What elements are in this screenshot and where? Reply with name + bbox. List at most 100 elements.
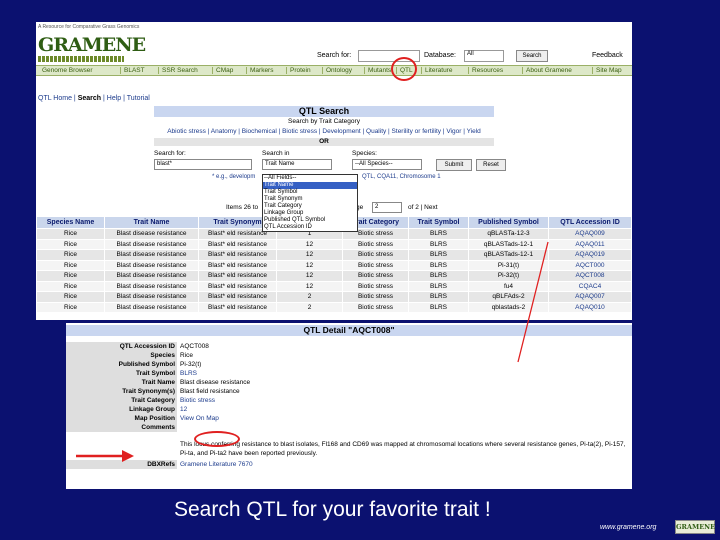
dropdown-option[interactable]: Trait Category	[263, 203, 357, 210]
qtl-search-screenshot: A Resource for Comparative Grass Genomic…	[36, 22, 632, 320]
table-cell: Rice	[36, 301, 105, 313]
global-search-button[interactable]: Search	[516, 50, 548, 62]
species-select[interactable]: --All Species--	[352, 159, 422, 170]
detail-row: Linkage Group 12	[66, 405, 632, 414]
dropdown-option[interactable]: Linkage Group	[263, 210, 357, 217]
table-row: Rice Blast disease resistance Blast* eld r…	[36, 249, 632, 261]
detail-value[interactable]: View On Map	[180, 414, 219, 423]
qtl-accession-link[interactable]: AQAQ009	[548, 228, 632, 240]
table-cell: 12	[276, 270, 343, 282]
table-cell: qblastads-2	[468, 301, 549, 313]
map-position-highlight-circle	[194, 431, 240, 447]
nav-genome-browser[interactable]: Genome Browser	[42, 67, 93, 74]
nav-cmap[interactable]: CMap	[212, 67, 233, 74]
qtl-accession-link[interactable]: AQCT008	[548, 270, 632, 282]
dropdown-option[interactable]: --All Fields--	[263, 175, 357, 182]
table-cell: BLRS	[408, 301, 469, 313]
feedback-link[interactable]: Feedback	[592, 52, 623, 59]
qtl-accession-link[interactable]: AQAQ010	[548, 301, 632, 313]
qtl-accession-link[interactable]: AQAQ019	[548, 249, 632, 261]
detail-label: Published Symbol	[66, 360, 177, 369]
detail-label: Trait Symbol	[66, 369, 177, 378]
search-label: Search for:	[317, 52, 352, 59]
nav-blast[interactable]: BLAST	[120, 67, 145, 74]
nav-about-gramene[interactable]: About Gramene	[522, 67, 572, 74]
table-cell: qBLASTads-12-1	[468, 249, 549, 261]
dropdown-option[interactable]: QTL Accession ID	[263, 224, 357, 231]
search-example-suffix: QTL, CQA11, Chromosome 1	[362, 174, 441, 180]
page-input[interactable]: 2	[372, 202, 402, 213]
qtl-detail-screenshot: QTL Detail "AQCT008" QTL Accession ID AQC…	[66, 323, 632, 489]
detail-value[interactable]: 12	[180, 405, 187, 414]
footer-logo: GRAMENE	[675, 520, 715, 534]
nav-markers[interactable]: Markers	[246, 67, 273, 74]
database-label: Database:	[424, 52, 456, 59]
detail-row: Comments	[66, 423, 632, 432]
table-cell: 12	[276, 259, 343, 271]
nav-literature[interactable]: Literature	[421, 67, 452, 74]
column-header[interactable]: Trait Symbol	[408, 216, 469, 229]
table-cell: Rice	[36, 280, 105, 292]
detail-value[interactable]: Biotic stress	[180, 396, 215, 405]
submit-button[interactable]: Submit	[436, 159, 472, 171]
nav-mutants[interactable]: Mutants	[364, 67, 391, 74]
detail-row: Trait Name Blast disease resistance	[66, 378, 632, 387]
table-cell: Rice	[36, 259, 105, 271]
detail-row: Trait Symbol BLRS	[66, 369, 632, 378]
trait-category-links[interactable]: Abiotic stress | Anatomy | Biochemical |…	[154, 128, 494, 135]
column-header[interactable]: Species Name	[36, 216, 105, 229]
table-cell: Rice	[36, 291, 105, 303]
detail-row: Published Symbol Pi-32(t)	[66, 360, 632, 369]
column-header[interactable]: Trait Name	[104, 216, 199, 229]
detail-value[interactable]: Gramene Literature 7670	[180, 460, 253, 469]
qtl-accession-link[interactable]: AQCT000	[548, 259, 632, 271]
table-cell: BLRS	[408, 270, 469, 282]
gramene-logo[interactable]: GRAMENE	[38, 34, 146, 56]
dropdown-option[interactable]: Trait Symbol	[263, 189, 357, 196]
nav-ontology[interactable]: Ontology	[322, 67, 352, 74]
detail-value[interactable]: BLRS	[180, 369, 197, 378]
items-range-label: Items 26 to	[226, 204, 259, 211]
breadcrumb-tutorial[interactable]: Tutorial	[127, 95, 150, 102]
breadcrumb-help[interactable]: Help	[107, 95, 121, 102]
search-in-dropdown[interactable]: --All Fields-- Trait Name Trait Symbol T…	[262, 174, 358, 232]
table-cell: Rice	[36, 249, 105, 261]
search-example-prefix: * e.g., developm	[212, 174, 256, 180]
dropdown-option[interactable]: Trait Synonym	[263, 196, 357, 203]
search-in-select[interactable]: Trait Name	[262, 159, 332, 170]
qtl-accession-link[interactable]: CQAC4	[548, 280, 632, 292]
site-tagline: A Resource for Comparative Grass Genomic…	[38, 24, 140, 30]
nav-ssr-search[interactable]: SSR Search	[158, 67, 198, 74]
table-cell: Biotic stress	[342, 249, 409, 261]
dropdown-option[interactable]: Published QTL Symbol	[263, 217, 357, 224]
table-cell: Blast* eld resistance	[198, 291, 277, 303]
detail-label: Trait Category	[66, 396, 177, 405]
table-cell: Biotic stress	[342, 238, 409, 250]
reset-button[interactable]: Reset	[476, 159, 506, 171]
table-row: Rice Blast disease resistance Blast* eld r…	[36, 238, 632, 250]
table-row: Rice Blast disease resistance Blast* eld r…	[36, 259, 632, 271]
table-cell: Blast* eld resistance	[198, 259, 277, 271]
detail-value: Pi-32(t)	[180, 361, 202, 368]
search-in-label: Search in	[262, 150, 290, 157]
table-cell: Blast* eld resistance	[198, 238, 277, 250]
page-navigation[interactable]: of 2 | Next	[408, 204, 438, 211]
column-header[interactable]: Published Symbol	[468, 216, 549, 229]
search-for-label: Search for:	[154, 150, 186, 157]
detail-value: Blast field resistance	[180, 388, 240, 395]
search-for-input[interactable]: blast*	[154, 159, 252, 170]
column-header[interactable]: QTL Accession ID	[548, 216, 632, 229]
table-cell: Rice	[36, 228, 105, 240]
nav-protein[interactable]: Protein	[286, 67, 311, 74]
database-select[interactable]: All	[464, 50, 504, 62]
nav-resources[interactable]: Resources	[468, 67, 503, 74]
table-cell: Biotic stress	[342, 291, 409, 303]
search-by-category-label: Search by Trait Category	[288, 118, 360, 125]
nav-site-map[interactable]: Site Map	[592, 67, 622, 74]
qtl-accession-link[interactable]: AQAQ007	[548, 291, 632, 303]
table-cell: Biotic stress	[342, 280, 409, 292]
detail-row: Trait Synonym(s) Blast field resistance	[66, 387, 632, 396]
breadcrumb-home[interactable]: QTL Home	[38, 95, 72, 102]
dropdown-option-selected[interactable]: Trait Name	[263, 182, 357, 189]
qtl-accession-link[interactable]: AQAQ011	[548, 238, 632, 250]
